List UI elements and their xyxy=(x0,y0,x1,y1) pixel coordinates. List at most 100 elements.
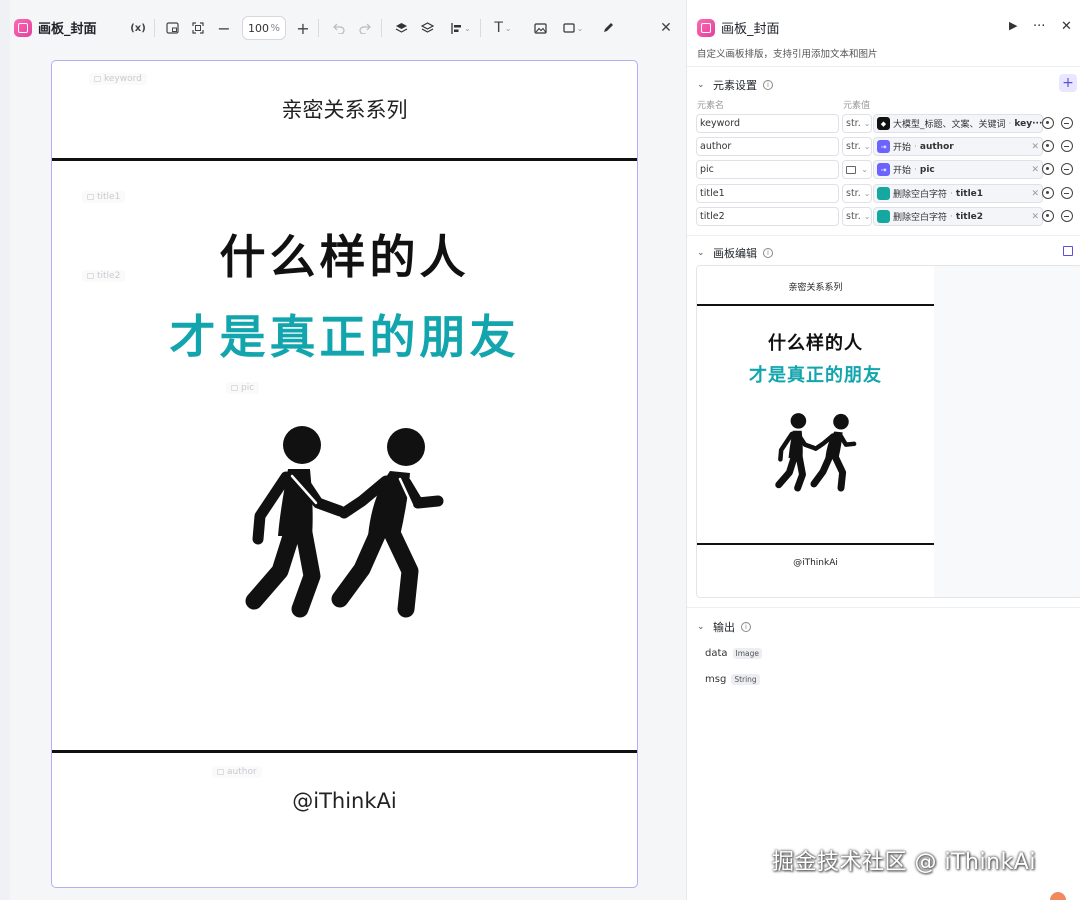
output-header[interactable]: ⌄ 输出 i xyxy=(697,619,751,635)
remove-row-icon[interactable] xyxy=(1061,210,1073,222)
remove-row-icon[interactable] xyxy=(1061,187,1073,199)
canvas-keyword-text[interactable]: 亲密关系系列 xyxy=(52,94,637,124)
output-name: data xyxy=(705,648,728,659)
undo-icon[interactable] xyxy=(329,18,349,38)
friends-walking-image[interactable] xyxy=(240,421,450,621)
code-icon xyxy=(877,187,890,200)
element-type-select[interactable]: str. ⌄ xyxy=(842,207,872,226)
canvas-preview[interactable]: 亲密关系系列 什么样的人 才是真正的朋友 @iThinkAi xyxy=(696,265,1080,598)
placeholder-title2[interactable]: title2 xyxy=(82,270,126,282)
pen-icon[interactable] xyxy=(598,18,618,38)
target-icon[interactable] xyxy=(1042,210,1054,222)
chevron-down-icon: ⌄ xyxy=(697,622,705,632)
clear-ref-icon[interactable]: ✕ xyxy=(1031,142,1039,152)
info-icon: i xyxy=(763,80,773,90)
image-icon[interactable] xyxy=(530,18,550,38)
zoom-unit: % xyxy=(270,22,280,34)
canvas-title1-text[interactable]: 什么样的人 xyxy=(52,221,637,287)
element-type-select[interactable]: str. ⌄ xyxy=(842,137,872,156)
output-item: msg String xyxy=(705,674,760,685)
preview-canvas: 亲密关系系列 什么样的人 才是真正的朋友 @iThinkAi xyxy=(697,266,934,597)
clear-ref-icon[interactable]: ✕ xyxy=(1031,165,1039,175)
preview-bottom-rule xyxy=(697,543,934,545)
element-value-ref[interactable]: 删除空白字符 · title2 ✕ xyxy=(873,207,1043,226)
canvas-edit-header[interactable]: ⌄ 画板编辑 i xyxy=(697,245,773,261)
remove-row-icon[interactable] xyxy=(1061,117,1073,129)
chevron-down-icon: ⌄ xyxy=(697,80,705,90)
element-value-ref[interactable]: ⇥ 开始 · author ✕ xyxy=(873,137,1043,156)
element-row: keywordstr.⌄◆大模型_标题、文案、关键词·key···✕ xyxy=(687,114,1080,134)
panel-title[interactable]: 画板_封面 xyxy=(721,18,780,37)
placeholder-keyword[interactable]: keyword xyxy=(89,73,147,85)
placeholder-author[interactable]: author xyxy=(212,766,262,778)
element-type-select[interactable]: ⌄ xyxy=(842,160,872,179)
close-panel-icon[interactable]: ✕ xyxy=(1061,19,1072,34)
canvas-author-text[interactable]: @iThinkAi xyxy=(52,789,637,813)
target-icon[interactable] xyxy=(1042,117,1054,129)
placeholder-pic[interactable]: pic xyxy=(226,382,260,394)
canvas-top-rule[interactable] xyxy=(52,158,637,161)
close-editor-icon[interactable]: ✕ xyxy=(656,18,676,38)
clear-ref-icon[interactable]: ✕ xyxy=(1031,189,1039,199)
element-name-input[interactable]: title2 xyxy=(696,207,839,226)
fit-screen-icon[interactable] xyxy=(188,18,208,38)
ref-separator: · xyxy=(914,164,917,175)
text-icon[interactable]: T ⌄ xyxy=(488,18,518,38)
target-icon[interactable] xyxy=(1042,140,1054,152)
run-icon[interactable]: ▶ xyxy=(1009,19,1017,32)
element-value-ref[interactable]: ◆大模型_标题、文案、关键词·key···✕ xyxy=(873,114,1043,133)
variable-icon[interactable]: (x) xyxy=(128,18,148,38)
ref-node-name: 开始 xyxy=(893,143,912,153)
element-name-input[interactable]: pic xyxy=(696,160,839,179)
code-icon xyxy=(877,210,890,223)
preview-author-text: @iThinkAi xyxy=(793,558,838,568)
chevron-down-icon: ⌄ xyxy=(697,248,705,258)
llm-icon: ◆ xyxy=(877,117,890,130)
clear-ref-icon[interactable]: ✕ xyxy=(1031,212,1039,222)
element-value-ref[interactable]: ⇥ 开始 · pic ✕ xyxy=(873,160,1043,179)
watermark-text: 掘金技术社区 @ iThinkAi xyxy=(772,850,1036,875)
zoom-input[interactable]: 100 % xyxy=(242,16,286,40)
column-header-name: 元素名 xyxy=(697,101,725,111)
align-icon[interactable]: ⌄ xyxy=(446,18,476,38)
type-label: str. xyxy=(846,118,861,129)
target-icon[interactable] xyxy=(1042,163,1054,175)
placeholder-title1[interactable]: title1 xyxy=(82,191,126,203)
element-row: title2 str. ⌄ 删除空白字符 · title2 ✕ xyxy=(687,207,1080,227)
info-icon: i xyxy=(763,248,773,258)
more-icon[interactable]: ··· xyxy=(1033,19,1045,34)
ref-node-name: 删除空白字符 xyxy=(893,190,948,200)
element-value-ref[interactable]: 删除空白字符 · title1 ✕ xyxy=(873,184,1043,203)
redo-icon[interactable] xyxy=(355,18,375,38)
layer-up-icon[interactable] xyxy=(391,18,411,38)
element-name-input[interactable]: title1 xyxy=(696,184,839,203)
element-name-input[interactable]: keyword xyxy=(696,114,839,133)
zoom-in-icon[interactable]: + xyxy=(293,18,313,38)
zoom-out-icon[interactable]: − xyxy=(214,18,234,38)
element-type-select[interactable]: str. ⌄ xyxy=(842,184,872,203)
panel-description: 自定义画板排版，支持引用添加文本和图片 xyxy=(697,49,878,60)
target-icon[interactable] xyxy=(1042,187,1054,199)
canvas-size-icon[interactable] xyxy=(162,18,182,38)
toolbar-divider xyxy=(480,19,481,37)
canvas-bottom-rule[interactable] xyxy=(52,750,637,753)
canvas-editor: 画板_封面 (x) − 100 % + ⌄ T ⌄ ⌄ ✕ keyword 亲密… xyxy=(0,0,686,900)
chevron-down-icon: ⌄ xyxy=(863,189,871,198)
remove-row-icon[interactable] xyxy=(1061,140,1073,152)
element-name-input[interactable]: author xyxy=(696,137,839,156)
element-settings-header[interactable]: ⌄ 元素设置 i xyxy=(697,77,773,93)
element-type-select[interactable]: str. ⌄ xyxy=(842,114,872,133)
column-header-value: 元素值 xyxy=(843,101,871,111)
canvas-title2-text[interactable]: 才是真正的朋友 xyxy=(52,301,637,367)
add-element-button[interactable]: + xyxy=(1059,74,1077,92)
layers-icon[interactable] xyxy=(417,18,437,38)
chevron-down-icon: ⌄ xyxy=(863,119,871,128)
remove-row-icon[interactable] xyxy=(1061,163,1073,175)
canvas-app-icon xyxy=(14,18,32,37)
design-canvas[interactable]: keyword 亲密关系系列 title1 什么样的人 title2 才是真正的… xyxy=(51,60,638,888)
type-label: str. xyxy=(846,211,861,222)
start-icon: ⇥ xyxy=(877,163,890,176)
shape-icon[interactable]: ⌄ xyxy=(558,18,588,38)
expand-icon[interactable] xyxy=(1063,246,1073,256)
type-label: str. xyxy=(846,141,861,152)
